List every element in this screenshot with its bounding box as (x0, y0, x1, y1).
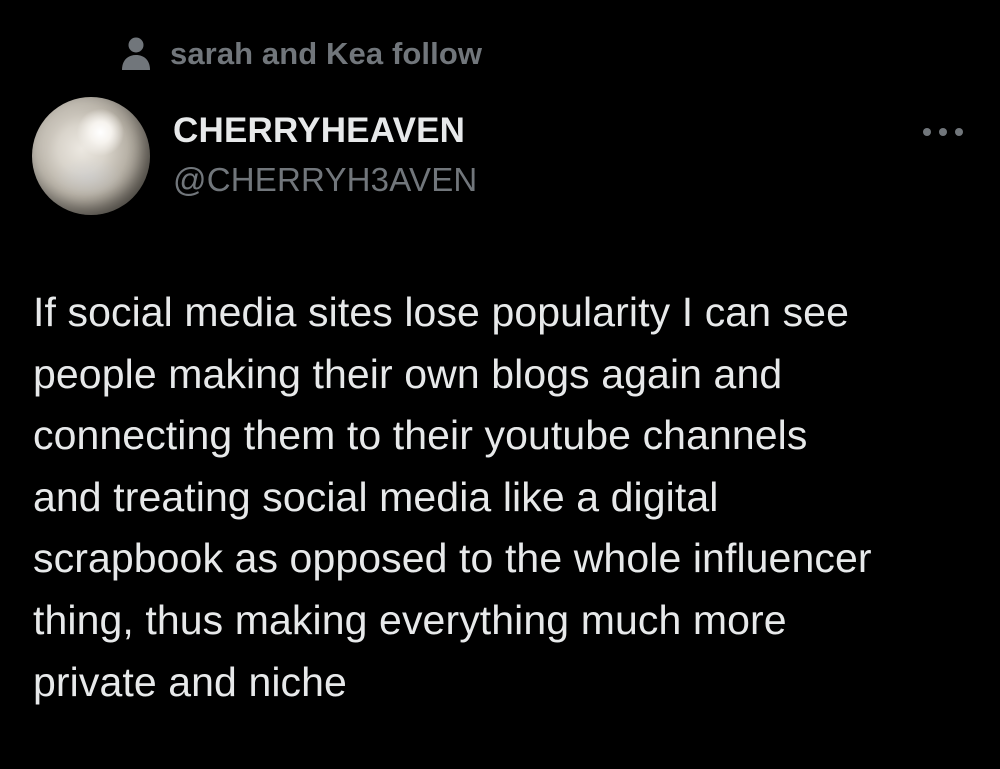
more-horizontal-icon (921, 127, 965, 137)
avatar-sheen (54, 157, 124, 197)
tweet-line: If social media sites lose popularity I … (33, 289, 849, 335)
tweet-line: scrapbook as opposed to the whole influe… (33, 535, 872, 582)
user-handle[interactable]: @CHERRYH3AVEN (173, 158, 477, 202)
author-info[interactable]: CHERRYHEAVEN @CHERRYH3AVEN (173, 108, 477, 202)
more-options-button[interactable] (917, 118, 969, 146)
tweet-line: connecting them to their youtube channel… (33, 412, 808, 459)
social-context[interactable]: sarah and Kea follow (120, 34, 482, 74)
tweet-line: people making their own blogs again and (33, 350, 783, 397)
social-context-text: sarah and Kea follow (170, 36, 483, 71)
avatar[interactable] (32, 97, 150, 215)
tweet-text: If social media sites lose popularity I … (33, 282, 983, 713)
tweet-line: thing, thus making everything much more (33, 596, 787, 643)
tweet-line: private and niche (33, 658, 347, 705)
tweet-line: and treating social media like a digital (33, 473, 719, 520)
display-name[interactable]: CHERRYHEAVEN (173, 108, 477, 154)
person-icon (120, 34, 152, 74)
